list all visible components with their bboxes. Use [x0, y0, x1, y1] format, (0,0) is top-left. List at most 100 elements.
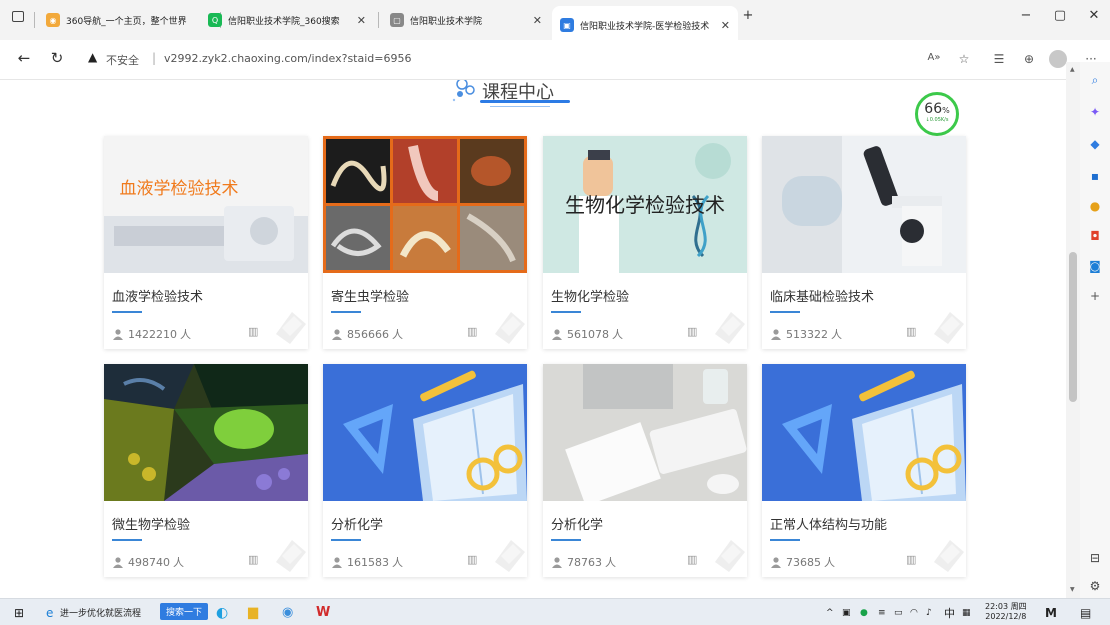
course-thumbnail[interactable]: 生物化学检验技术 [543, 136, 747, 273]
course-card[interactable]: 血液学检验技术 血液学检验技术 1422210 人 ▥ [104, 136, 308, 349]
scroll-up-arrow-icon[interactable]: ▲ [1070, 66, 1075, 73]
user-icon [771, 557, 781, 568]
course-name[interactable]: 临床基础检验技术 [770, 286, 874, 305]
outlook-icon[interactable]: ◙ [1087, 258, 1103, 274]
course-card[interactable]: 分析化学 78763 人 ▥ [543, 364, 747, 577]
minimize-button[interactable]: − [1014, 8, 1038, 23]
file-explorer-icon[interactable]: ▆ [248, 603, 258, 622]
course-name[interactable]: 微生物学检验 [112, 514, 190, 533]
briefcase-icon[interactable]: ▪ [1087, 168, 1103, 184]
wifi-icon[interactable]: ◠ [910, 603, 918, 622]
notification-icon[interactable]: ▤ [1080, 603, 1091, 622]
edge-taskbar-icon[interactable]: ◐ [216, 603, 228, 622]
input-language[interactable]: 中 [944, 603, 955, 622]
clock[interactable]: 22:03 周四 2022/12/8 [985, 602, 1027, 622]
watermark-icon [715, 540, 745, 572]
title-underline [480, 100, 570, 103]
clock-time: 22:03 周四 [985, 602, 1027, 611]
course-name[interactable]: 正常人体结构与功能 [770, 514, 887, 533]
keyboard-layout-icon[interactable]: ▦ [962, 603, 971, 622]
volume-icon[interactable]: ♪ [926, 603, 932, 622]
profile-avatar[interactable] [1049, 50, 1067, 68]
tab-close-icon[interactable]: ✕ [533, 14, 542, 27]
course-name[interactable]: 分析化学 [551, 514, 603, 533]
course-name[interactable]: 血液学检验技术 [112, 286, 203, 305]
course-thumbnail[interactable] [762, 136, 966, 273]
course-name[interactable]: 生物化学检验 [551, 286, 629, 305]
course-thumbnail[interactable] [104, 364, 308, 501]
speed-rate: 0.05K/s [929, 117, 949, 123]
tray-icon-1[interactable]: ▣ [842, 603, 851, 622]
course-card[interactable]: 生物化学检验技术 生物化学检验 561078 人 ▥ [543, 136, 747, 349]
maximize-button[interactable]: ▢ [1048, 8, 1072, 23]
course-learners: 78763 人 [551, 554, 616, 570]
svg-text:生物化学检验技术: 生物化学检验技术 [565, 193, 725, 217]
course-thumbnail[interactable] [543, 364, 747, 501]
course-card[interactable]: 寄生虫学检验 856666 人 ▥ [323, 136, 527, 349]
course-name[interactable]: 分析化学 [331, 514, 383, 533]
scrollbar-thumb[interactable] [1069, 252, 1077, 402]
browser-tab[interactable]: Q 信阳职业技术学院_360搜索 ✕ [208, 9, 374, 31]
url-divider: | [152, 51, 157, 65]
new-tab-button[interactable]: + [736, 8, 760, 23]
course-card[interactable]: 微生物学检验 498740 人 ▥ [104, 364, 308, 577]
url-text[interactable]: v2992.zyk2.chaoxing.com/index?staid=6956 [164, 52, 411, 65]
course-card[interactable]: 分析化学 161583 人 ▥ [323, 364, 527, 577]
security-label[interactable]: 不安全 [106, 52, 139, 68]
taskbar: ⊞ e 进一步优化就医流程 搜索一下 ◐ ▆ ◉ W ^ ▣ ● ≡ ▭ ◠ ♪… [0, 598, 1110, 625]
course-thumbnail[interactable]: 血液学检验技术 [104, 136, 308, 273]
ie-news-text[interactable]: 进一步优化就医流程 [60, 603, 141, 622]
ie-icon[interactable]: e [46, 603, 53, 622]
favorites-icon[interactable]: ☰ [990, 52, 1008, 66]
scroll-down-arrow-icon[interactable]: ▼ [1070, 586, 1075, 593]
tab-actions-icon[interactable] [12, 11, 24, 22]
course-thumbnail[interactable] [762, 364, 966, 501]
games-icon[interactable]: ● [1087, 198, 1103, 214]
browser-tab[interactable]: ▢ 信阳职业技术学院 ✕ [390, 9, 550, 31]
battery-icon[interactable]: ▭ [894, 603, 903, 622]
taskbar-search-button[interactable]: 搜索一下 [160, 603, 209, 620]
course-thumbnail[interactable] [323, 136, 527, 273]
page-scrollbar[interactable]: ▲ ▼ [1066, 62, 1080, 598]
learner-unit: 人 [831, 328, 842, 341]
watermark-icon [934, 312, 964, 344]
office-icon[interactable]: ◘ [1087, 228, 1103, 244]
windows-start-icon[interactable]: ⊞ [14, 603, 24, 622]
tray-icon-3[interactable]: ≡ [878, 603, 886, 622]
tag-icon[interactable]: ◆ [1087, 136, 1103, 152]
browser-tab[interactable]: ◉ 360导航_一个主页，整个世界 [46, 9, 216, 31]
browser-tab[interactable]: ▣ 信阳职业技术学院-医学检验技术 ✕ [552, 6, 738, 40]
speed-widget[interactable]: 66% ↓0.05K/s [915, 92, 959, 136]
refresh-button[interactable]: ↻ [47, 49, 67, 67]
ime-icon[interactable]: M [1045, 603, 1057, 622]
add-sidebar-icon[interactable]: + [1087, 288, 1103, 304]
favorite-star-icon[interactable]: ☆ [955, 52, 973, 66]
course-name-underline [551, 311, 581, 313]
tab-close-icon[interactable]: ✕ [357, 14, 366, 27]
search-icon[interactable]: ⌕ [1087, 72, 1103, 88]
sparkle-icon[interactable]: ✦ [1087, 104, 1103, 120]
tab-close-icon[interactable]: ✕ [721, 19, 730, 32]
user-icon [332, 329, 342, 340]
read-aloud-icon[interactable]: A» [925, 52, 943, 63]
tray-icon-2[interactable]: ● [860, 603, 868, 622]
watermark-icon [276, 540, 306, 572]
wps-icon[interactable]: W [316, 603, 330, 622]
course-card[interactable]: 正常人体结构与功能 73685 人 ▥ [762, 364, 966, 577]
course-learners: 856666 人 [331, 326, 403, 342]
back-button[interactable]: ← [14, 49, 34, 67]
course-name[interactable]: 寄生虫学检验 [331, 286, 409, 305]
warning-icon[interactable]: ▲ [88, 50, 97, 64]
course-thumbnail[interactable] [323, 364, 527, 501]
browser-360-icon[interactable]: ◉ [282, 603, 293, 622]
learner-unit: 人 [605, 556, 616, 569]
tray-chevron-icon[interactable]: ^ [826, 603, 834, 622]
edge-sidebar: ⌕ ✦ ◆ ▪ ● ◘ ◙ + ⊟ ⚙ [1080, 62, 1110, 598]
settings-icon[interactable]: ⚙ [1087, 578, 1103, 594]
library-icon: ▥ [906, 325, 917, 338]
course-card[interactable]: 临床基础检验技术 513322 人 ▥ [762, 136, 966, 349]
close-window-button[interactable]: ✕ [1082, 8, 1106, 23]
learner-count: 161583 [347, 555, 389, 569]
collections-icon[interactable]: ⊕ [1020, 52, 1038, 66]
hide-sidebar-icon[interactable]: ⊟ [1087, 550, 1103, 566]
